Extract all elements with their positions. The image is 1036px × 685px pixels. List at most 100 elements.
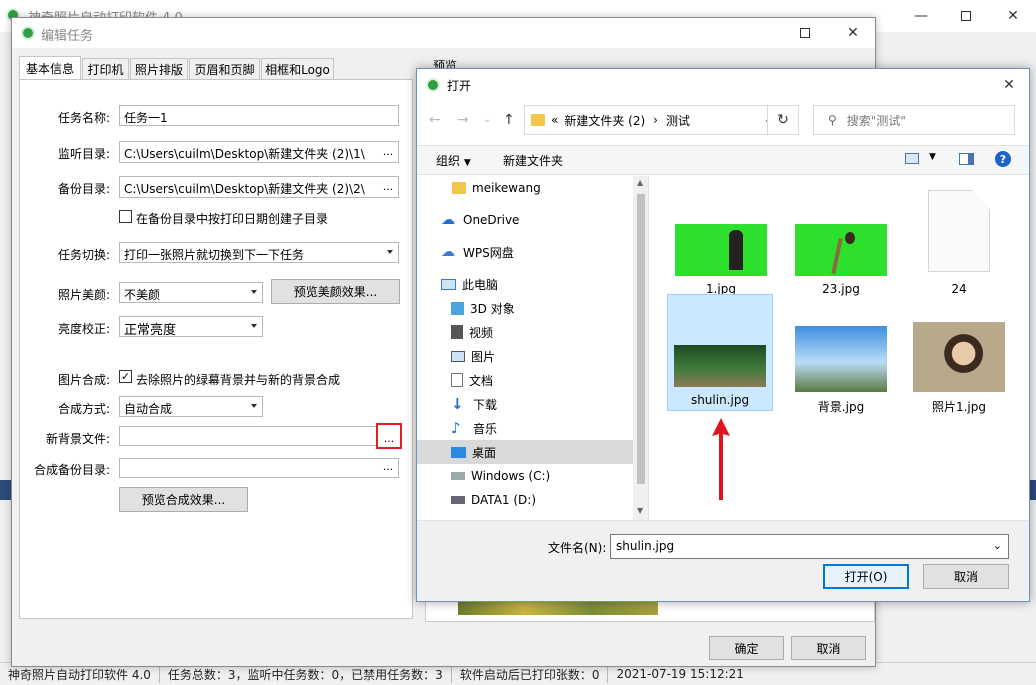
filename-input[interactable]: shulin.jpg ⌄: [610, 534, 1009, 559]
compose-checkbox[interactable]: ✓: [119, 370, 132, 383]
nav-item-downloads[interactable]: ↓ 下载: [417, 392, 648, 416]
wps-cloud-icon: ☁: [441, 244, 455, 260]
backup-dir-input[interactable]: C:\Users\cuilm\Desktop\新建文件夹 (2)\2\...: [119, 176, 399, 198]
nav-item-desktop[interactable]: 桌面: [417, 440, 633, 464]
compose-backup-dir-input[interactable]: ...: [119, 458, 399, 478]
breadcrumb-current[interactable]: 测试: [666, 112, 690, 129]
compose-mode-select[interactable]: 自动合成: [119, 396, 263, 417]
folder-icon: [531, 114, 545, 126]
backup-dir-browse-button[interactable]: ...: [379, 178, 397, 196]
file-item-1jpg[interactable]: 1.jpg: [669, 224, 773, 296]
help-icon[interactable]: ?: [995, 151, 1011, 167]
edit-dialog-maximize-button[interactable]: [782, 17, 828, 49]
edit-cancel-button[interactable]: 取消: [791, 636, 866, 660]
thumbnail-image: [675, 224, 767, 276]
filename-dropdown-icon[interactable]: ⌄: [993, 539, 1002, 552]
nav-item-this-pc[interactable]: 此电脑: [417, 272, 648, 296]
preview-compose-button[interactable]: 预览合成效果...: [119, 487, 248, 512]
preview-pane-icon[interactable]: [959, 153, 974, 165]
music-icon: ♪: [451, 419, 461, 437]
open-button[interactable]: 打开(O): [823, 564, 909, 589]
brightness-select[interactable]: 正常亮度: [119, 316, 263, 338]
beauty-select[interactable]: 不美颜: [119, 282, 263, 303]
view-mode-icon[interactable]: [905, 153, 919, 164]
tab-frame-logo[interactable]: 相框和Logo: [261, 58, 334, 79]
file-item-zhaopian1jpg[interactable]: 照片1.jpg: [907, 322, 1011, 415]
edit-ok-button[interactable]: 确定: [709, 636, 784, 660]
new-bg-file-browse-button[interactable]: ...: [376, 423, 402, 449]
main-maximize-button[interactable]: [943, 0, 989, 32]
new-folder-button[interactable]: 新建文件夹: [503, 152, 563, 169]
blank-file-icon: [928, 190, 990, 272]
nav-scrollbar[interactable]: ▲ ▼: [633, 176, 648, 520]
breadcrumb-overflow[interactable]: «: [551, 113, 558, 127]
date-subdir-checkbox[interactable]: [119, 210, 132, 223]
cube-icon: [451, 301, 464, 315]
drive-icon: [451, 496, 465, 504]
nav-item-music[interactable]: ♪ 音乐: [417, 416, 648, 440]
tab-basic-info[interactable]: 基本信息: [19, 56, 81, 80]
new-bg-file-label: 新背景文件:: [45, 432, 110, 446]
cloud-icon: ☁: [441, 212, 455, 228]
task-name-input[interactable]: 任务一1: [119, 105, 399, 126]
search-placeholder: 搜索"测试": [846, 113, 906, 128]
nav-item-onedrive[interactable]: ☁ OneDrive: [417, 208, 648, 232]
edit-dialog-title: 编辑任务: [41, 29, 94, 44]
filename-label: 文件名(N):: [548, 541, 607, 555]
file-item-beijingjpg[interactable]: 背景.jpg: [789, 326, 893, 415]
compose-backup-dir-browse-button[interactable]: ...: [379, 460, 397, 476]
file-item-23jpg[interactable]: 23.jpg: [789, 224, 893, 296]
task-switch-select[interactable]: 打印一张照片就切换到下一下任务: [119, 242, 399, 263]
scroll-up-icon[interactable]: ▲: [637, 178, 643, 187]
new-bg-file-input[interactable]: [119, 426, 378, 446]
compose-mode-label: 合成方式:: [57, 402, 110, 416]
address-bar[interactable]: « 新建文件夹 (2) › 测试 ⌄: [524, 105, 786, 135]
organize-button[interactable]: 组织 ▼: [436, 152, 471, 169]
watch-dir-browse-button[interactable]: ...: [379, 143, 397, 161]
nav-item-videos[interactable]: 视频: [417, 320, 648, 344]
up-arrow-icon[interactable]: ↑: [503, 112, 515, 128]
tab-header-footer[interactable]: 页眉和页脚: [189, 58, 260, 79]
tab-printer[interactable]: 打印机: [82, 58, 129, 79]
drive-icon: [451, 472, 465, 480]
scroll-thumb[interactable]: [637, 194, 645, 484]
file-item-24[interactable]: 24: [907, 190, 1011, 296]
nav-item-drive-d[interactable]: DATA1 (D:): [417, 488, 648, 512]
nav-item-3d-objects[interactable]: 3D 对象: [417, 296, 648, 320]
file-item-shulinjpg[interactable]: shulin.jpg: [667, 294, 773, 411]
open-dialog-title: 打开: [447, 79, 472, 93]
view-dropdown-icon[interactable]: ▼: [929, 152, 936, 162]
scroll-down-icon[interactable]: ▼: [637, 506, 643, 515]
watch-dir-input[interactable]: C:\Users\cuilm\Desktop\新建文件夹 (2)\1\...: [119, 141, 399, 163]
task-switch-label: 任务切换:: [57, 248, 110, 262]
navigation-pane: meikewang ☁ OneDrive ☁ WPS网盘 此电脑 3D 对象 视频 …: [417, 176, 649, 520]
computer-icon: [441, 278, 456, 290]
status-app-name: 神奇照片自动打印软件 4.0: [0, 665, 160, 683]
breadcrumb-parent[interactable]: 新建文件夹 (2): [564, 112, 645, 129]
download-icon: ↓: [451, 395, 464, 413]
preview-beauty-button[interactable]: 预览美颜效果...: [271, 279, 400, 304]
recent-dropdown-icon[interactable]: ⌄: [483, 114, 491, 125]
nav-item-wps-cloud[interactable]: ☁ WPS网盘: [417, 240, 648, 264]
forward-arrow-icon[interactable]: →: [457, 112, 469, 128]
folder-icon: [452, 182, 466, 194]
refresh-button[interactable]: ↻: [767, 105, 799, 135]
main-close-button[interactable]: ✕: [990, 0, 1036, 32]
nav-item-documents[interactable]: 文档: [417, 368, 648, 392]
open-cancel-button[interactable]: 取消: [923, 564, 1009, 589]
thumbnail-image: [795, 224, 887, 276]
search-box[interactable]: ⚲ 搜索"测试": [813, 105, 1015, 135]
main-minimize-button[interactable]: —: [898, 0, 944, 32]
nav-item-drive-c[interactable]: Windows (C:): [417, 464, 648, 488]
open-dialog-close-button[interactable]: ✕: [989, 69, 1029, 101]
status-print-count: 软件启动后已打印张数：0: [452, 665, 609, 683]
beauty-label: 照片美颜:: [57, 288, 110, 302]
nav-item-meikewang[interactable]: meikewang: [417, 176, 648, 200]
tab-photo-layout[interactable]: 照片排版: [130, 58, 188, 79]
edit-dialog-titlebar: 编辑任务 ✕: [12, 18, 875, 48]
back-arrow-icon[interactable]: ←: [429, 112, 441, 128]
nav-item-pictures[interactable]: 图片: [417, 344, 648, 368]
edit-dialog-close-button[interactable]: ✕: [830, 17, 876, 49]
thumbnail-image: [674, 345, 766, 387]
annotation-arrow-icon: [712, 418, 730, 500]
